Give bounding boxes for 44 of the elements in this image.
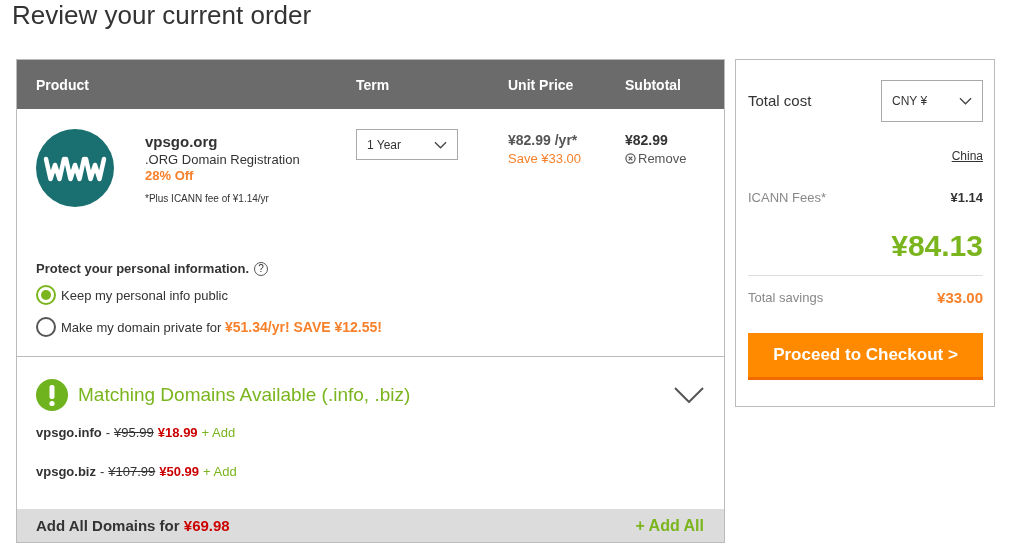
close-icon [625,153,636,164]
column-header: Unit Price [508,76,575,93]
savings-label: Save ¥33.00 [508,151,582,166]
remove-link[interactable]: Remove [625,151,724,166]
chevron-icon[interactable] [674,387,704,403]
column-header: Subtotal [625,76,682,93]
domain-name: vpsgo.biz [36,464,96,479]
old-price: ¥95.99 [114,425,154,440]
old-price: ¥107.99 [108,464,156,479]
subtotal: ¥82.99 [625,132,669,148]
alert-icon [36,379,68,411]
discount-label: 28% Off [145,168,195,183]
savings-label: Total savings [748,290,824,305]
page-title: Review your current order [12,0,313,32]
savings-value: ¥33.00 [937,289,983,306]
product-description: .ORG Domain Registration [145,152,300,167]
column-header: Term [356,76,391,93]
www-logo-icon [36,129,114,207]
radio-button[interactable] [36,317,56,337]
domain-name: vpsgo.info [36,425,102,440]
fee-note: *Plus ICANN fee of ¥1.14/yr [145,193,270,204]
total-amount: ¥84.13 [748,229,983,276]
term-dropdown[interactable]: 1 Year [356,129,458,160]
separator: - [99,464,105,479]
radio-button[interactable] [36,285,56,305]
currency-dropdown[interactable]: CNY ¥ [881,80,983,122]
separator: - [105,425,111,440]
fees-value: ¥1.14 [950,190,983,205]
sale-price: ¥50.99 [159,464,200,479]
domain-name: vpsgo.org [145,133,219,150]
section-title: Matching Domains Available (.info, .biz) [78,384,412,406]
unit-price: ¥82.99 /yr* [508,132,579,148]
column-header: Product [36,76,90,93]
privacy-heading: Protect your personal information. [36,261,250,276]
chevron-icon [434,140,447,149]
chevron-icon [959,97,972,105]
country-link[interactable]: China [951,149,983,163]
add-all-price: ¥69.98 [183,517,230,534]
sale-price: ¥18.99 [157,425,198,440]
total-cost-label: Total cost [748,92,812,109]
radio-label: Make my domain private for ¥51.34/yr! SAVE ¥12.55! [61,319,382,335]
add-all-label: Add All Domains for [36,517,180,534]
radio-label: Keep my personal info public [61,287,228,303]
fees-label: ICANN Fees* [748,190,827,205]
